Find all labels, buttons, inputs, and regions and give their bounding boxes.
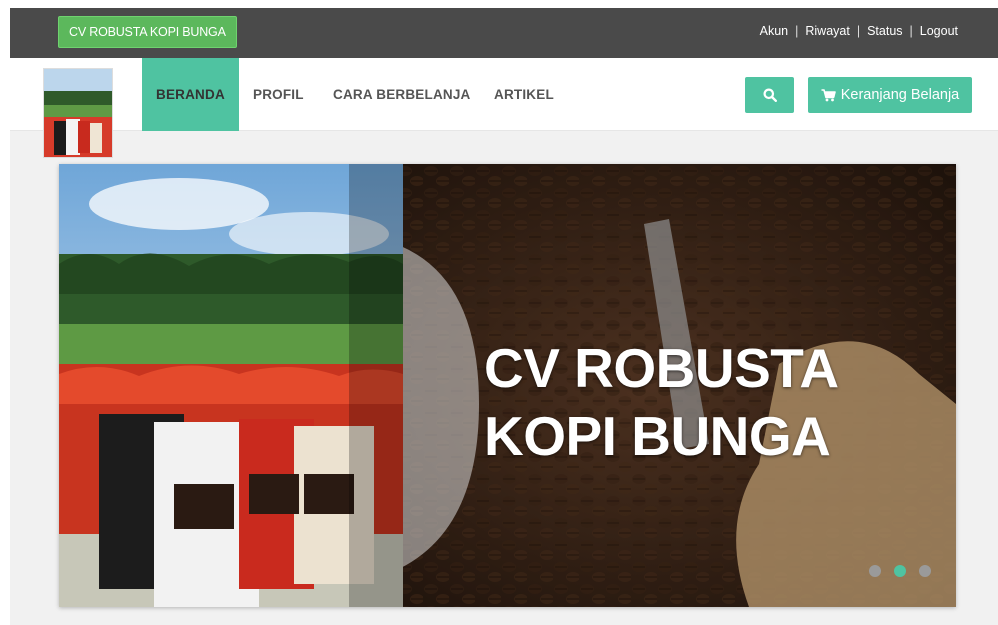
shopping-cart-icon — [821, 88, 836, 101]
nav-profil[interactable]: PROFIL — [253, 58, 304, 131]
page-frame: CV ROBUSTA KOPI BUNGA Akun | Riwayat | S… — [10, 8, 998, 625]
search-icon — [763, 88, 777, 102]
status-link[interactable]: Status — [867, 24, 902, 38]
nav-cara-berbelanja[interactable]: CARA BERBELANJA — [333, 58, 471, 131]
top-bar: CV ROBUSTA KOPI BUNGA Akun | Riwayat | S… — [10, 8, 998, 58]
slide-title: CV ROBUSTA KOPI BUNGA — [484, 334, 839, 470]
site-logo[interactable] — [43, 68, 113, 158]
separator: | — [909, 24, 913, 38]
cart-button[interactable]: Keranjang Belanja — [808, 77, 972, 113]
slide-title-line1: CV ROBUSTA — [484, 337, 839, 399]
account-link[interactable]: Akun — [760, 24, 789, 38]
cart-label: Keranjang Belanja — [840, 87, 960, 103]
history-link[interactable]: Riwayat — [805, 24, 849, 38]
slider-dot-1[interactable] — [869, 565, 881, 577]
slider-dot-3[interactable] — [919, 565, 931, 577]
slide-title-line2: KOPI BUNGA — [484, 405, 831, 467]
logo-image — [44, 69, 112, 157]
separator: | — [795, 24, 799, 38]
logout-link[interactable]: Logout — [920, 24, 958, 38]
separator: | — [856, 24, 861, 38]
slider-dot-2[interactable] — [894, 565, 906, 577]
hero-slider[interactable]: CV ROBUSTA KOPI BUNGA — [59, 164, 956, 607]
search-button[interactable] — [745, 77, 794, 113]
slider-indicators — [869, 565, 931, 577]
nav-artikel[interactable]: ARTIKEL — [494, 58, 554, 131]
brand-button[interactable]: CV ROBUSTA KOPI BUNGA — [58, 16, 237, 48]
user-nav: Akun | Riwayat | Status | Logout — [760, 24, 958, 38]
nav-beranda[interactable]: BERANDA — [142, 58, 239, 131]
